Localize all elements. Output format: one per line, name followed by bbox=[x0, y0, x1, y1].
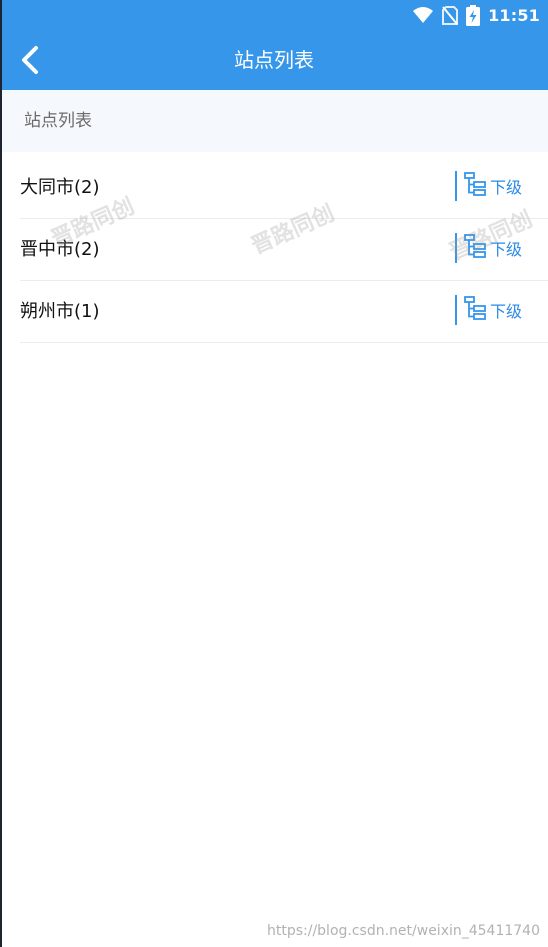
sub-level-label: 下级 bbox=[489, 240, 522, 259]
section-title: 站点列表 bbox=[24, 111, 92, 131]
sub-divider bbox=[454, 233, 457, 263]
hierarchy-icon bbox=[464, 172, 486, 200]
status-bar: 11:51 bbox=[0, 0, 548, 30]
sub-level-button[interactable]: 下级 bbox=[454, 294, 522, 326]
hierarchy-icon bbox=[464, 296, 486, 324]
list-item[interactable]: 大同市(2) 下级 bbox=[20, 157, 548, 219]
sub-level-button[interactable]: 下级 bbox=[454, 232, 522, 264]
wifi-icon bbox=[412, 6, 434, 24]
status-time: 11:51 bbox=[488, 5, 540, 25]
nav-bar: 站点列表 bbox=[0, 30, 548, 90]
sub-level-button[interactable]: 下级 bbox=[454, 170, 522, 202]
sub-level-label: 下级 bbox=[489, 302, 522, 321]
sub-divider bbox=[454, 171, 457, 201]
list-item[interactable]: 晋中市(2) 下级 bbox=[20, 219, 548, 281]
app-header: 11:51 站点列表 bbox=[0, 0, 548, 90]
hierarchy-icon bbox=[464, 234, 486, 262]
sub-level-label: 下级 bbox=[489, 178, 522, 197]
sub-divider bbox=[454, 295, 457, 325]
list-item-label: 大同市(2) bbox=[20, 177, 100, 198]
status-icons: 11:51 bbox=[412, 4, 540, 26]
no-sim-icon bbox=[442, 5, 459, 25]
section-header: 站点列表 bbox=[2, 90, 548, 152]
station-list: 大同市(2) 下级 晋中市(2) 下级 朔州市(1) 下级 bbox=[0, 157, 548, 343]
battery-charging-icon bbox=[466, 4, 481, 26]
list-item[interactable]: 朔州市(1) 下级 bbox=[20, 281, 548, 343]
list-item-label: 晋中市(2) bbox=[20, 239, 100, 260]
window-frame-edge bbox=[0, 0, 2, 947]
page-title: 站点列表 bbox=[234, 48, 314, 72]
url-watermark: https://blog.csdn.net/weixin_45411740 bbox=[266, 923, 540, 939]
list-item-label: 朔州市(1) bbox=[20, 301, 100, 322]
